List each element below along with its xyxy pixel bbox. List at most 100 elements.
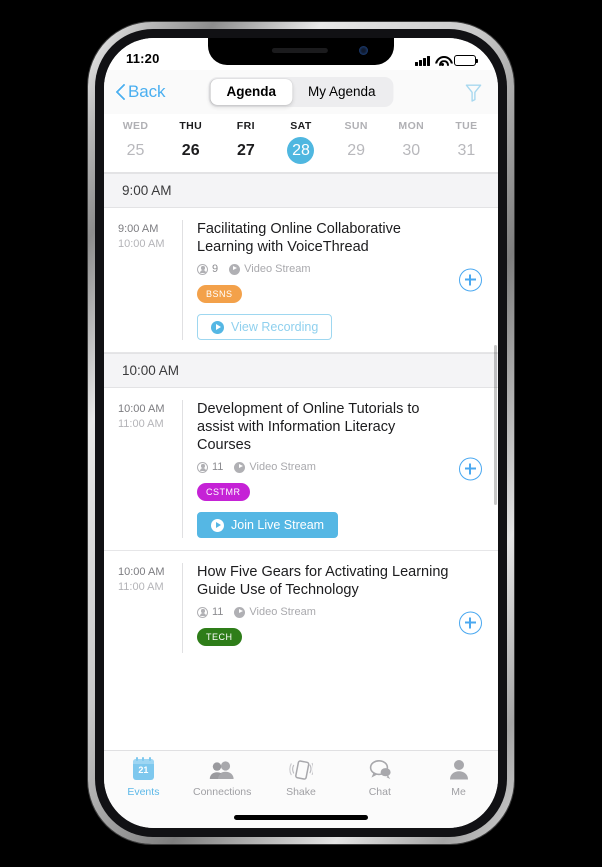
- session-title: Facilitating Online Collaborative Learni…: [197, 221, 401, 255]
- date-number: 29: [347, 142, 366, 159]
- session-start-time: 10:00 AM: [118, 403, 165, 415]
- tab-me[interactable]: Me: [419, 758, 498, 828]
- date-cell-29[interactable]: SUN 29: [329, 120, 384, 164]
- date-cell-30[interactable]: MON 30: [384, 120, 439, 164]
- attendee-count: 11: [197, 461, 223, 473]
- session-time-block: 10:00 AM 11:00 AM: [104, 400, 182, 538]
- date-number: 27: [236, 142, 255, 159]
- filter-button[interactable]: [460, 79, 486, 105]
- front-camera: [359, 46, 368, 55]
- session-meta: 9 Video Stream: [197, 263, 450, 275]
- session-end-time: 11:00 AM: [118, 418, 164, 430]
- date-cell-27[interactable]: FRI 27: [218, 120, 273, 164]
- date-cell-26[interactable]: THU 26: [163, 120, 218, 164]
- add-to-my-agenda-button[interactable]: [459, 457, 482, 481]
- back-button[interactable]: Back: [116, 82, 166, 102]
- date-number: 30: [402, 142, 421, 159]
- tab-label: Events: [127, 786, 160, 798]
- session-row[interactable]: 9:00 AM 10:00 AM Facilitating Online Col…: [104, 208, 498, 353]
- view-recording-label: View Recording: [231, 320, 319, 334]
- stream-type-label: Video Stream: [244, 263, 311, 275]
- filter-funnel-icon: [465, 84, 481, 102]
- date-cell-28-selected[interactable]: SAT 28: [273, 120, 328, 164]
- date-dow: SAT: [290, 120, 312, 132]
- stream-type: Video Stream: [234, 606, 316, 618]
- date-dow: TUE: [455, 120, 478, 132]
- join-live-stream-label: Join Live Stream: [231, 518, 325, 532]
- join-live-stream-button[interactable]: Join Live Stream: [197, 512, 339, 538]
- screenshot-stage: 11:20 Back Agenda My Agenda WED 25 THU 2…: [0, 0, 602, 867]
- person-icon: [449, 758, 469, 781]
- session-details: Development of Online Tutorials to assis…: [182, 400, 498, 538]
- attendee-count-value: 11: [212, 606, 224, 618]
- session-details: How Five Gears for Activating Learning G…: [182, 563, 498, 653]
- calendar-icon: 21: [132, 757, 154, 781]
- add-to-my-agenda-button[interactable]: [459, 611, 482, 635]
- stream-type-label: Video Stream: [249, 461, 316, 473]
- date-strip[interactable]: WED 25 THU 26 FRI 27 SAT 28 SUN 29 MON 3…: [104, 114, 498, 173]
- person-icon: [197, 263, 208, 275]
- session-start-time: 10:00 AM: [118, 566, 165, 578]
- status-time: 11:20: [126, 51, 160, 66]
- tab-agenda[interactable]: Agenda: [210, 79, 292, 105]
- view-recording-button[interactable]: View Recording: [197, 314, 333, 340]
- session-title: How Five Gears for Activating Learning G…: [197, 564, 449, 598]
- play-circle-icon: [234, 461, 246, 473]
- chevron-left-icon: [116, 84, 126, 101]
- play-circle-icon: [234, 606, 246, 618]
- stream-type: Video Stream: [229, 263, 311, 275]
- person-icon: [197, 461, 208, 473]
- battery-icon: [454, 55, 479, 66]
- person-icon: [197, 606, 208, 618]
- shake-phone-icon: [289, 758, 313, 781]
- date-cell-31[interactable]: TUE 31: [439, 120, 494, 164]
- session-track-tag: TECH: [197, 628, 242, 646]
- date-cell-25[interactable]: WED 25: [108, 120, 163, 164]
- back-button-label: Back: [128, 82, 166, 101]
- home-indicator: [234, 815, 368, 820]
- date-dow: MON: [398, 120, 425, 132]
- wifi-icon: [435, 55, 449, 67]
- session-time-block: 10:00 AM 11:00 AM: [104, 563, 182, 653]
- calendar-badge-number: 21: [138, 765, 149, 775]
- date-dow: WED: [122, 120, 149, 132]
- earpiece-speaker: [271, 48, 328, 53]
- tab-label: Shake: [286, 786, 316, 798]
- navigation-bar: Back Agenda My Agenda: [104, 70, 498, 114]
- date-number: 25: [126, 142, 145, 159]
- stream-type-label: Video Stream: [249, 606, 316, 618]
- session-title: Development of Online Tutorials to assis…: [197, 401, 420, 453]
- play-circle-icon: [229, 263, 241, 275]
- phone-notch: [208, 38, 394, 65]
- play-icon: [211, 518, 224, 532]
- stream-type: Video Stream: [234, 461, 316, 473]
- session-track-tag: BSNS: [197, 285, 242, 303]
- scrollbar-thumb[interactable]: [493, 345, 497, 505]
- chat-bubble-icon: [368, 758, 392, 781]
- attendee-count-value: 11: [212, 461, 224, 473]
- session-meta: 11 Video Stream: [197, 461, 450, 473]
- session-row[interactable]: 10:00 AM 11:00 AM How Five Gears for Act…: [104, 551, 498, 653]
- play-icon: [211, 320, 224, 334]
- agenda-segmented-control[interactable]: Agenda My Agenda: [208, 77, 394, 107]
- agenda-list[interactable]: 9:00 AM 9:00 AM 10:00 AM Facilitating On…: [104, 173, 498, 653]
- attendee-count: 11: [197, 606, 223, 618]
- add-to-my-agenda-button[interactable]: [459, 268, 482, 292]
- date-number: 28: [287, 137, 315, 164]
- session-track-tag: CSTMR: [197, 483, 250, 501]
- tab-my-agenda[interactable]: My Agenda: [292, 79, 392, 105]
- tab-label: Me: [451, 786, 466, 798]
- session-meta: 11 Video Stream: [197, 606, 450, 618]
- time-group-header: 9:00 AM: [104, 173, 498, 208]
- cellular-signal-icon: [415, 55, 430, 66]
- attendee-count: 9: [197, 263, 218, 275]
- session-end-time: 10:00 AM: [118, 238, 165, 250]
- session-start-time: 9:00 AM: [118, 223, 159, 235]
- date-number: 26: [181, 142, 200, 159]
- people-icon: [209, 758, 235, 781]
- tab-events[interactable]: 21 Events: [104, 757, 183, 828]
- time-group-header: 10:00 AM: [104, 353, 498, 388]
- date-dow: SUN: [344, 120, 368, 132]
- session-row[interactable]: 10:00 AM 11:00 AM Development of Online …: [104, 388, 498, 551]
- tab-label: Connections: [193, 786, 252, 798]
